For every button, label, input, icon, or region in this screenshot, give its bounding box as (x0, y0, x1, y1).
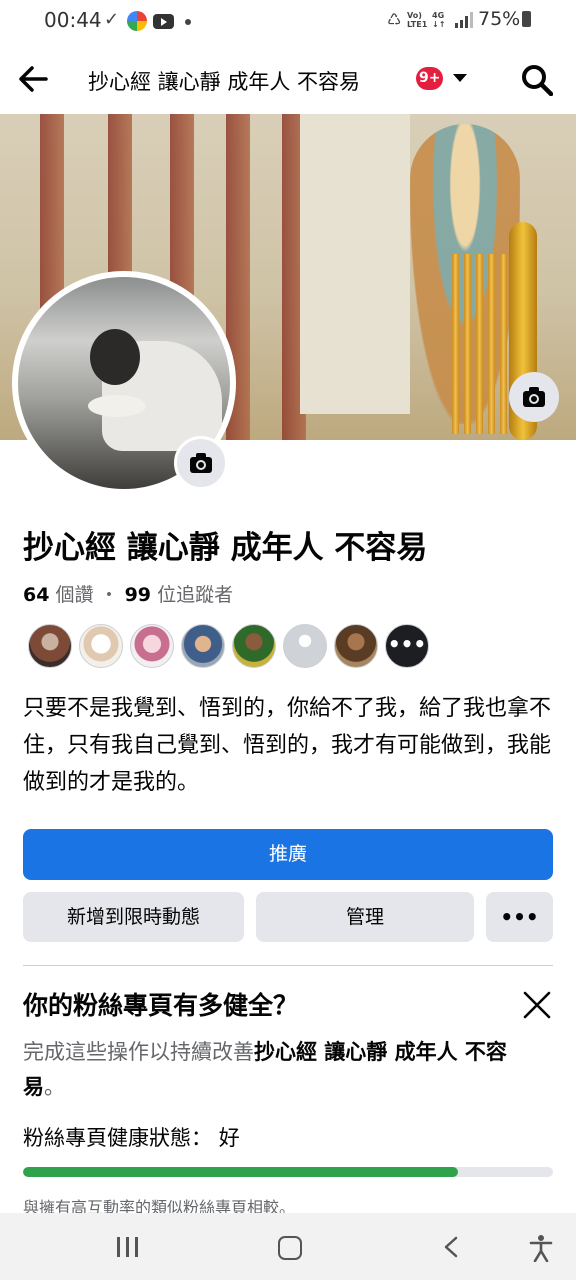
status-time: 00:44 (44, 8, 102, 32)
edit-profile-photo-button[interactable] (174, 436, 228, 490)
camera-icon (523, 387, 545, 407)
pen-decoration (488, 254, 495, 434)
edit-cover-photo-button[interactable] (509, 372, 559, 422)
more-options-button[interactable]: ••• (486, 892, 553, 942)
followers-prefix: 位 (151, 584, 177, 606)
divider (23, 965, 553, 966)
likes-count: 64 (23, 584, 50, 606)
signal-icon (455, 12, 473, 28)
health-status-label: 粉絲專頁健康狀態： (23, 1126, 212, 1150)
health-card-title: 你的粉絲專頁有多健全？ (23, 991, 299, 1020)
profile-name: 抄心經 讓心靜 成年人 不容易 (23, 530, 428, 566)
follower-avatar[interactable] (28, 624, 72, 668)
pen-decoration (452, 254, 459, 434)
recents-icon[interactable] (117, 1237, 139, 1257)
nav-back-icon[interactable] (442, 1236, 460, 1258)
youtube-icon (153, 14, 174, 29)
follower-avatar[interactable] (181, 624, 225, 668)
search-icon[interactable] (521, 64, 553, 96)
battery-level: 75% (478, 8, 521, 30)
more-followers-button[interactable]: ••• (385, 624, 429, 668)
more-notifications-dot-icon (185, 19, 191, 25)
page-title[interactable]: 抄心經 讓心靜 成年人 不容易 (88, 66, 360, 96)
avatar-head-shape (90, 329, 140, 385)
follower-avatar[interactable] (334, 624, 378, 668)
pen-decoration (476, 254, 483, 434)
follower-avatar-default[interactable] (283, 624, 327, 668)
page-bio: 只要不是我覺到、悟到的，你給不了我，給了我也拿不住，只有我自己覺到、悟到的，我才… (23, 696, 552, 795)
add-to-story-button[interactable]: 新增到限時動態 (23, 892, 244, 942)
status-bar: 00:44 ✓ ♺ Vo) LTE1 4G ↓↑ 75% (0, 0, 576, 44)
app-notification-icon (127, 11, 147, 31)
notification-badge: 9+ (416, 67, 444, 90)
likes-label: 個讚 ・ (49, 584, 125, 606)
network-4g-indicator: 4G ↓↑ (432, 11, 446, 29)
followers-count: 99 (124, 584, 152, 606)
accessibility-icon[interactable] (529, 1234, 553, 1262)
follower-avatar[interactable] (79, 624, 123, 668)
battery-icon (522, 11, 531, 27)
health-progress-fill (23, 1167, 458, 1177)
chevron-down-icon[interactable] (453, 74, 467, 82)
back-arrow-icon[interactable] (16, 62, 50, 96)
home-icon[interactable] (278, 1236, 302, 1260)
health-status-value: 好 (218, 1126, 240, 1150)
top-app-bar: 抄心經 讓心靜 成年人 不容易 9+ (0, 44, 576, 114)
volte-indicator: Vo) LTE1 (407, 11, 428, 29)
followers-label: 追蹤者 (176, 584, 234, 606)
health-card-description: 完成這些操作以持續改善抄心經 讓心靜 成年人 不容易。 (23, 1035, 523, 1105)
health-desc-prefix: 完成這些操作以持續改善 (23, 1040, 254, 1064)
health-progress-bar (23, 1167, 553, 1177)
check-icon: ✓ (104, 9, 120, 30)
avatar-plate-shape (88, 395, 146, 417)
camera-icon (190, 453, 212, 473)
pen-decoration (500, 254, 507, 434)
page-stats[interactable]: 64 個讚 ・ 99 位追蹤者 (23, 580, 233, 607)
follower-avatar[interactable] (130, 624, 174, 668)
health-status: 粉絲專頁健康狀態： 好 (23, 1122, 240, 1152)
follower-avatar[interactable] (232, 624, 276, 668)
manage-button[interactable]: 管理 (256, 892, 474, 942)
promote-button[interactable]: 推廣 (23, 829, 553, 880)
health-desc-suffix: 。 (44, 1075, 65, 1099)
data-saver-icon: ♺ (387, 10, 402, 29)
cover-paper (300, 114, 410, 414)
close-icon[interactable] (522, 990, 552, 1020)
pen-decoration (464, 254, 471, 434)
